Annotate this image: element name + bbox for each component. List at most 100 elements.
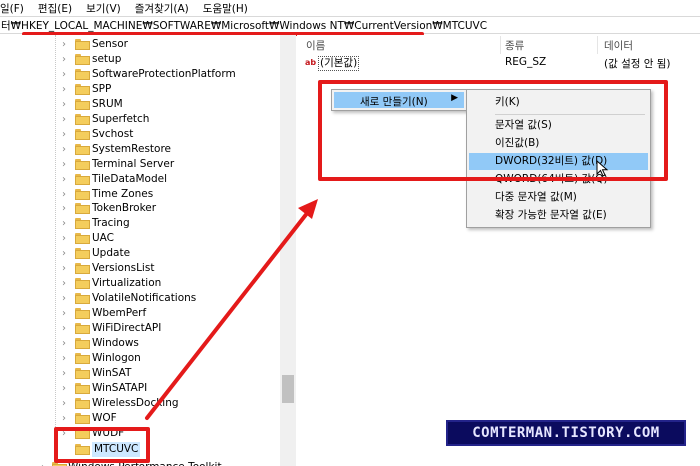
registry-tree: › Sensor › setup › SoftwareProtectionPlatform… bbox=[0, 35, 296, 466]
menu-edit[interactable]: 편집(E) bbox=[38, 1, 72, 16]
folder-icon bbox=[75, 143, 90, 155]
expand-chevron-icon[interactable]: › bbox=[38, 460, 48, 466]
tree-item-label: Sensor bbox=[92, 38, 128, 50]
tree-item-label: TokenBroker bbox=[92, 202, 157, 215]
tree-item-label: WiFiDirectAPI bbox=[92, 322, 162, 335]
menu-view[interactable]: 보기(V) bbox=[86, 1, 121, 16]
expand-chevron-icon[interactable]: › bbox=[59, 306, 69, 321]
expand-chevron-icon[interactable]: › bbox=[59, 216, 69, 231]
tree-item[interactable]: › WinSAT bbox=[0, 366, 280, 381]
expand-chevron-icon[interactable]: › bbox=[59, 291, 69, 306]
expand-chevron-icon[interactable]: › bbox=[59, 381, 69, 396]
menu-favorites[interactable]: 즐겨찾기(A) bbox=[135, 1, 189, 16]
tree-item[interactable]: › Time Zones bbox=[0, 187, 280, 202]
menu-file[interactable]: 일(F) bbox=[0, 1, 24, 16]
tree-item-label: UAC bbox=[92, 232, 115, 245]
tree-item[interactable]: › Update bbox=[0, 246, 280, 261]
tree-item[interactable]: › SRUM bbox=[0, 97, 280, 112]
tree-item-label: Update bbox=[92, 247, 131, 260]
tree-item[interactable]: › Sensor bbox=[0, 37, 280, 52]
tree-item[interactable]: › VersionsList bbox=[0, 261, 280, 276]
tree-item[interactable]: › Windows bbox=[0, 336, 280, 351]
tree-item-label: Tracing bbox=[92, 217, 130, 230]
address-path[interactable]: 터₩HKEY_LOCAL_MACHINE₩SOFTWARE₩Microsoft₩… bbox=[1, 18, 487, 33]
expand-chevron-icon[interactable]: › bbox=[59, 246, 69, 261]
column-header-type[interactable]: 종류 bbox=[505, 38, 524, 53]
folder-icon bbox=[75, 39, 90, 50]
expand-chevron-icon[interactable]: › bbox=[59, 157, 69, 172]
tree-item[interactable]: › SoftwareProtectionPlatform bbox=[0, 67, 280, 82]
expand-chevron-icon[interactable]: › bbox=[59, 97, 69, 112]
expand-chevron-icon[interactable]: › bbox=[59, 411, 69, 426]
column-divider[interactable] bbox=[597, 36, 598, 54]
string-value-icon: ab bbox=[305, 58, 317, 67]
menu-help[interactable]: 도움말(H) bbox=[203, 1, 248, 16]
expand-chevron-icon[interactable]: › bbox=[59, 37, 69, 52]
expand-chevron-icon[interactable]: › bbox=[59, 82, 69, 97]
column-divider[interactable] bbox=[500, 36, 501, 54]
expand-chevron-icon[interactable]: › bbox=[59, 261, 69, 276]
expand-chevron-icon[interactable]: › bbox=[59, 366, 69, 381]
tree-item-label: SRUM bbox=[92, 97, 123, 110]
value-name[interactable]: (기본값) bbox=[318, 56, 360, 71]
expand-chevron-icon[interactable]: › bbox=[59, 201, 69, 216]
expand-chevron-icon[interactable]: › bbox=[59, 112, 69, 127]
folder-icon bbox=[75, 173, 90, 185]
expand-chevron-icon[interactable]: › bbox=[59, 321, 69, 336]
tree-item-label: setup bbox=[92, 52, 122, 65]
tree-item[interactable]: › WOF bbox=[0, 411, 280, 426]
expand-chevron-icon[interactable]: › bbox=[59, 351, 69, 366]
tree-item[interactable]: › SPP bbox=[0, 82, 280, 97]
menu-item-multi-string-value[interactable]: 다중 문자열 값(M) bbox=[469, 189, 648, 206]
tree-item[interactable]: › Terminal Server bbox=[0, 157, 280, 172]
folder-icon bbox=[75, 352, 90, 364]
expand-chevron-icon[interactable]: › bbox=[59, 276, 69, 291]
value-data[interactable]: (값 설정 안 됨) bbox=[604, 56, 671, 71]
tree-item-label: WOF bbox=[92, 411, 117, 424]
tree-item[interactable]: › VolatileNotifications bbox=[0, 291, 280, 306]
tree-item[interactable]: › Superfetch bbox=[0, 112, 280, 127]
tree-item[interactable]: › SystemRestore bbox=[0, 142, 280, 157]
tree-item-label: WirelessDocking bbox=[92, 396, 179, 409]
column-header-data[interactable]: 데이터 bbox=[604, 38, 633, 53]
tree-item[interactable]: › WinSATAPI bbox=[0, 381, 280, 396]
tree-item[interactable]: › TileDataModel bbox=[0, 172, 280, 187]
folder-icon bbox=[75, 128, 90, 140]
folder-icon bbox=[75, 113, 90, 125]
folder-icon bbox=[75, 308, 90, 320]
expand-chevron-icon[interactable]: › bbox=[59, 127, 69, 142]
tree-item[interactable]: › WbemPerf bbox=[0, 306, 280, 321]
folder-icon bbox=[75, 53, 90, 65]
tree-item[interactable]: › UAC bbox=[0, 231, 280, 246]
tree-item-label: WinSAT bbox=[92, 366, 132, 379]
tree-item-label: Svchost bbox=[92, 127, 134, 140]
tree-item[interactable]: › WirelessDocking bbox=[0, 396, 280, 411]
tree-item[interactable]: › setup bbox=[0, 52, 280, 67]
menu-bar: 일(F) 편집(E) 보기(V) 즐겨찾기(A) 도움말(H) bbox=[0, 0, 700, 16]
expand-chevron-icon[interactable]: › bbox=[59, 336, 69, 351]
expand-chevron-icon[interactable]: › bbox=[59, 231, 69, 246]
folder-icon bbox=[75, 323, 90, 335]
expand-chevron-icon[interactable]: › bbox=[59, 172, 69, 187]
tree-item[interactable]: › Virtualization bbox=[0, 276, 280, 291]
folder-icon bbox=[75, 158, 90, 170]
tree-item[interactable]: › Tracing bbox=[0, 216, 280, 231]
expand-chevron-icon[interactable]: › bbox=[59, 142, 69, 157]
folder-icon bbox=[75, 68, 90, 80]
tree-item[interactable]: › TokenBroker bbox=[0, 201, 280, 216]
expand-chevron-icon[interactable]: › bbox=[59, 396, 69, 411]
value-type[interactable]: REG_SZ bbox=[505, 56, 546, 71]
menu-item-expandable-string-value[interactable]: 확장 가능한 문자열 값(E) bbox=[469, 207, 648, 224]
column-header-name[interactable]: 이름 bbox=[306, 38, 325, 53]
expand-chevron-icon[interactable]: › bbox=[59, 52, 69, 67]
tree-item-label: VersionsList bbox=[92, 262, 155, 275]
folder-icon bbox=[75, 382, 90, 394]
tree-item[interactable]: › Winlogon bbox=[0, 351, 280, 366]
expand-chevron-icon[interactable]: › bbox=[59, 67, 69, 82]
tree-item[interactable]: › WiFiDirectAPI bbox=[0, 321, 280, 336]
expand-chevron-icon[interactable]: › bbox=[59, 187, 69, 202]
tree-item[interactable]: › Svchost bbox=[0, 127, 280, 142]
tree-scrollbar-thumb[interactable] bbox=[282, 375, 294, 403]
tree-item-label: WinSATAPI bbox=[92, 381, 148, 394]
folder-icon bbox=[75, 278, 90, 290]
